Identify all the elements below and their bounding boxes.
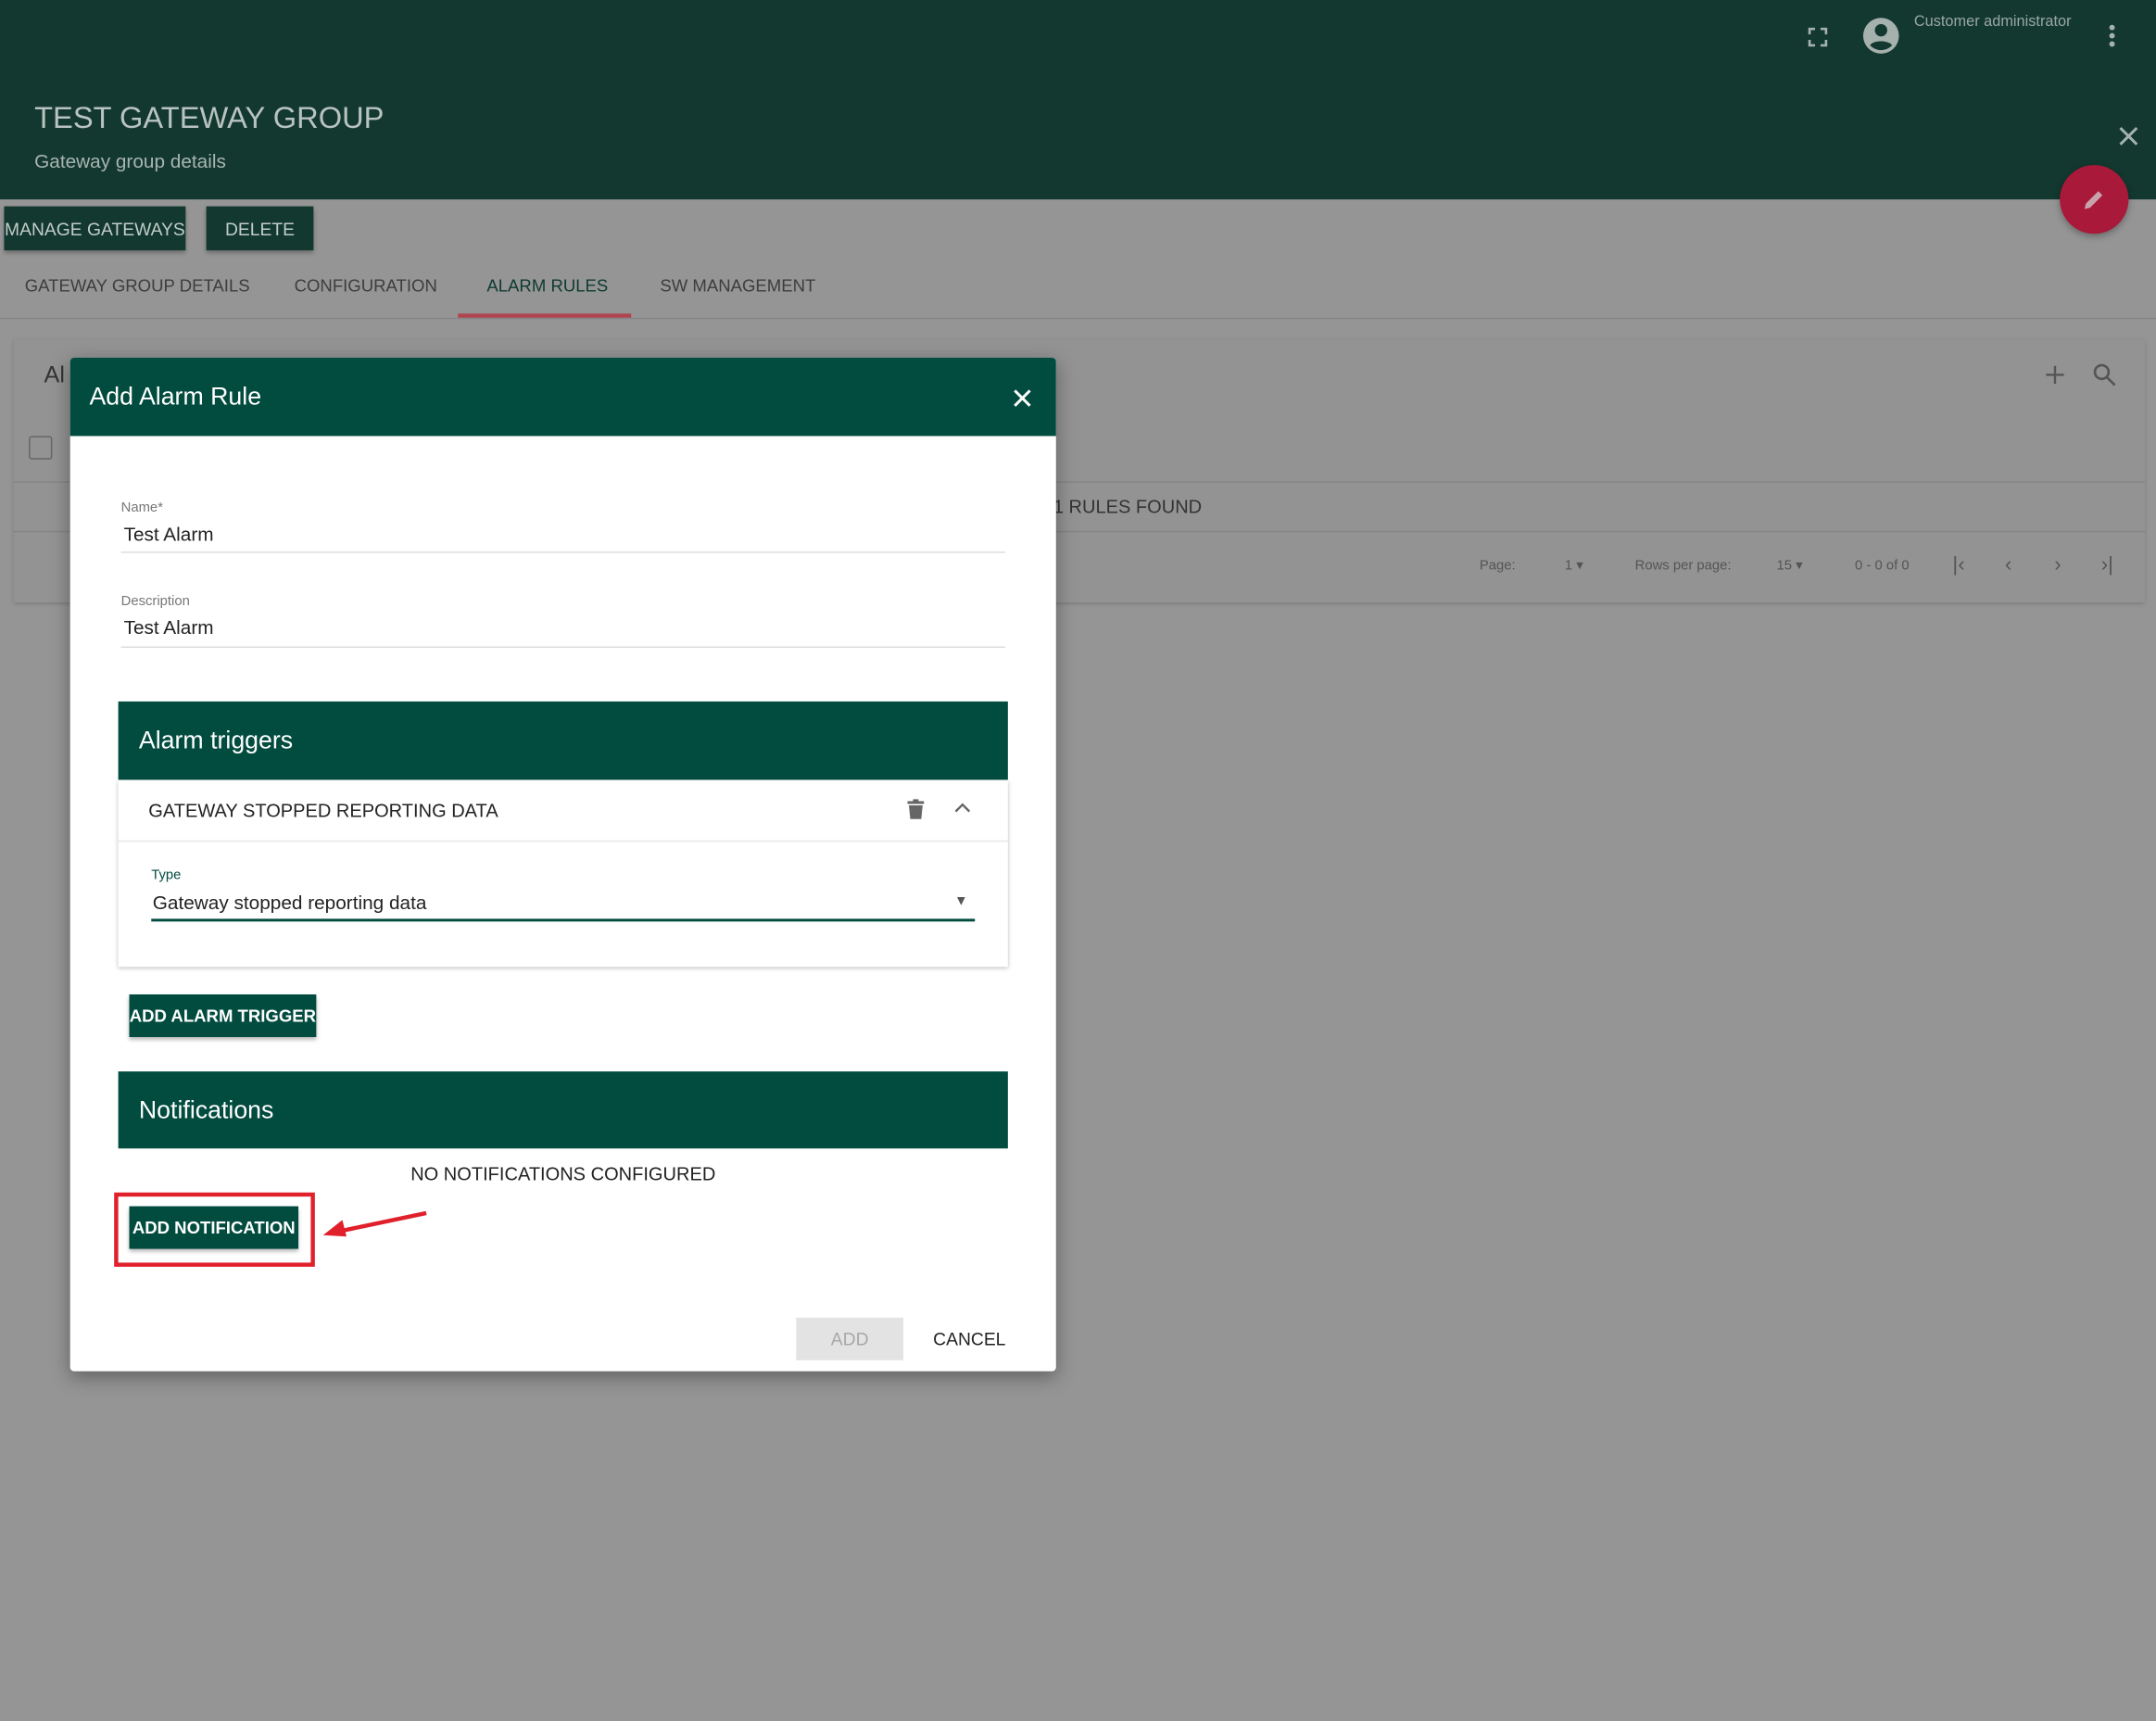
description-input[interactable]: Test Alarm: [121, 616, 1005, 647]
rows-value: 15: [1776, 558, 1792, 574]
trigger-name: GATEWAY STOPPED REPORTING DATA: [148, 800, 498, 822]
type-select[interactable]: Gateway stopped reporting data ▼: [151, 892, 975, 922]
tab-sw-management[interactable]: SW MANAGEMENT: [660, 276, 815, 296]
alarm-triggers-header: Alarm triggers: [118, 701, 1008, 780]
dropdown-icon: ▾: [1796, 558, 1803, 574]
description-value: Test Alarm: [123, 615, 214, 639]
page-subtitle: Gateway group details: [34, 149, 226, 172]
search-icon[interactable]: [2093, 363, 2116, 386]
description-label: Description: [120, 594, 190, 610]
delete-button[interactable]: DELETE: [206, 206, 314, 251]
prev-page-icon[interactable]: ‹: [2005, 553, 2011, 576]
name-input[interactable]: Test Alarm: [121, 523, 1005, 553]
add-button[interactable]: ADD: [796, 1317, 904, 1360]
avatar-icon[interactable]: [1861, 17, 1900, 56]
page-select[interactable]: 1 ▾: [1565, 559, 1583, 574]
page-label: Page:: [1479, 558, 1516, 574]
first-page-icon[interactable]: |‹: [1952, 553, 1964, 576]
edit-fab-button[interactable]: [2060, 165, 2129, 234]
notifications-header: Notifications: [118, 1071, 1008, 1149]
user-name: Customer administrator: [1913, 13, 2072, 31]
rules-found-text: 1 RULES FOUND: [1053, 496, 1203, 518]
close-page-icon[interactable]: [2119, 126, 2138, 146]
type-label: Type: [151, 867, 182, 883]
annotation-arrow-icon: [318, 1204, 431, 1246]
trigger-divider: [118, 840, 1008, 842]
trigger-panel: GATEWAY STOPPED REPORTING DATA Type Gate…: [118, 779, 1008, 968]
pencil-icon: [2084, 191, 2103, 209]
chevron-up-icon[interactable]: [954, 802, 971, 813]
tab-alarm-rules[interactable]: ALARM RULES: [486, 276, 608, 296]
next-page-icon[interactable]: ›: [2054, 553, 2061, 576]
name-value: Test Alarm: [123, 522, 214, 545]
rows-per-page-select[interactable]: 15 ▾: [1776, 559, 1802, 574]
add-notification-button[interactable]: ADD NOTIFICATION: [129, 1206, 299, 1249]
no-notifications-text: NO NOTIFICATIONS CONFIGURED: [410, 1163, 716, 1184]
add-alarm-trigger-button[interactable]: ADD ALARM TRIGGER: [129, 994, 317, 1038]
name-underline: [120, 551, 1005, 553]
tab-gateway-group-details[interactable]: GATEWAY GROUP DETAILS: [25, 276, 250, 296]
dropdown-arrow-icon: ▼: [953, 893, 968, 909]
rows-per-page-label: Rows per page:: [1634, 558, 1732, 574]
manage-gateways-button[interactable]: MANAGE GATEWAYS: [4, 206, 186, 251]
type-value: Gateway stopped reporting data: [152, 891, 427, 914]
page-title: TEST GATEWAY GROUP: [34, 100, 385, 135]
cancel-button[interactable]: CANCEL: [923, 1318, 1016, 1360]
last-page-icon[interactable]: ›|: [2101, 553, 2113, 576]
type-underline: [151, 918, 976, 922]
select-all-checkbox[interactable]: [29, 436, 53, 460]
dialog-title: Add Alarm Rule: [89, 382, 262, 411]
dialog-close-icon[interactable]: [1014, 389, 1031, 407]
card-title: Al: [44, 361, 65, 388]
description-underline: [120, 646, 1005, 649]
name-label: Name*: [120, 500, 164, 516]
add-alarm-rule-dialog: Add Alarm Rule Name* Test Alarm Descript…: [69, 357, 1056, 1372]
fullscreen-icon[interactable]: [1807, 26, 1829, 48]
range-text: 0 - 0 of 0: [1855, 558, 1910, 574]
page-value: 1: [1564, 558, 1573, 574]
trash-icon[interactable]: [907, 799, 925, 819]
add-icon[interactable]: [2045, 364, 2065, 385]
tab-configuration[interactable]: CONFIGURATION: [295, 276, 437, 296]
dropdown-icon: ▾: [1576, 558, 1583, 574]
tabs-divider: [0, 317, 2156, 320]
more-vert-icon[interactable]: [2107, 23, 2118, 48]
